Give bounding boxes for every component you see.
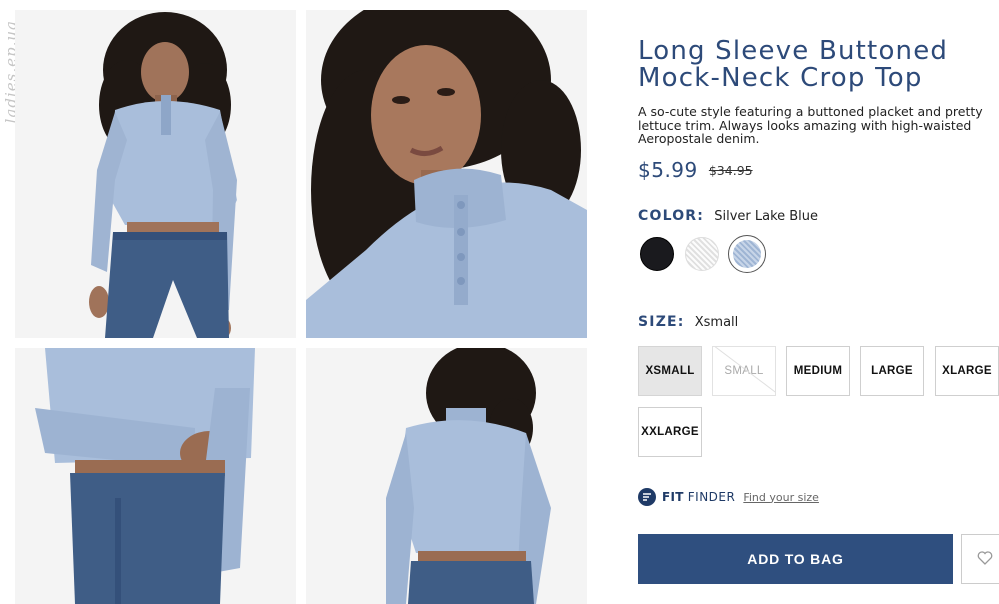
product-gallery: ladies.ep.ua	[0, 0, 600, 604]
color-label-row: COLOR: Silver Lake Blue	[638, 208, 818, 224]
size-option-xsmall[interactable]: XSMALL	[638, 346, 702, 396]
find-your-size-link[interactable]: Find your size	[743, 491, 819, 504]
product-image-back[interactable]	[306, 348, 587, 604]
product-image-closeup[interactable]	[306, 10, 587, 338]
product-info: Long Sleeve Buttoned Mock-Neck Crop Top …	[638, 0, 999, 604]
product-description: A so-cute style featuring a buttoned pla…	[638, 104, 983, 146]
color-swatch-silver-lake-blue[interactable]	[728, 235, 766, 273]
original-price: $34.95	[708, 163, 753, 178]
price-block: $5.99 $34.95	[638, 158, 753, 182]
color-swatch-fill	[733, 240, 761, 268]
size-label: SIZE:	[638, 314, 685, 330]
fit-finder-brand-bold: FIT	[662, 490, 684, 504]
size-option-large[interactable]: LARGE	[860, 346, 924, 396]
selected-size-name: Xsmall	[694, 315, 739, 330]
product-image-front[interactable]	[15, 10, 296, 338]
product-image-sleeve-detail[interactable]	[15, 348, 296, 604]
heart-icon	[977, 550, 993, 569]
fit-finder: FIT FINDER Find your size	[638, 488, 819, 506]
fit-finder-logo-icon	[638, 488, 656, 506]
color-swatch-white[interactable]	[685, 237, 719, 271]
selected-color-name: Silver Lake Blue	[714, 209, 819, 224]
color-swatch-black[interactable]	[640, 237, 674, 271]
sale-price: $5.99	[638, 158, 698, 182]
size-option-xxlarge[interactable]: XXLARGE	[638, 407, 702, 457]
size-option-medium[interactable]: MEDIUM	[786, 346, 850, 396]
add-to-bag-button[interactable]: ADD TO BAG	[638, 534, 953, 584]
color-label: COLOR:	[638, 208, 705, 224]
size-option-small[interactable]: SMALL	[712, 346, 776, 396]
fit-finder-brand-rest: FINDER	[687, 490, 736, 504]
size-label-row: SIZE: Xsmall	[638, 314, 738, 330]
product-title: Long Sleeve Buttoned Mock-Neck Crop Top	[638, 36, 949, 93]
wishlist-button[interactable]	[961, 534, 999, 584]
size-option-xlarge[interactable]: XLARGE	[935, 346, 999, 396]
